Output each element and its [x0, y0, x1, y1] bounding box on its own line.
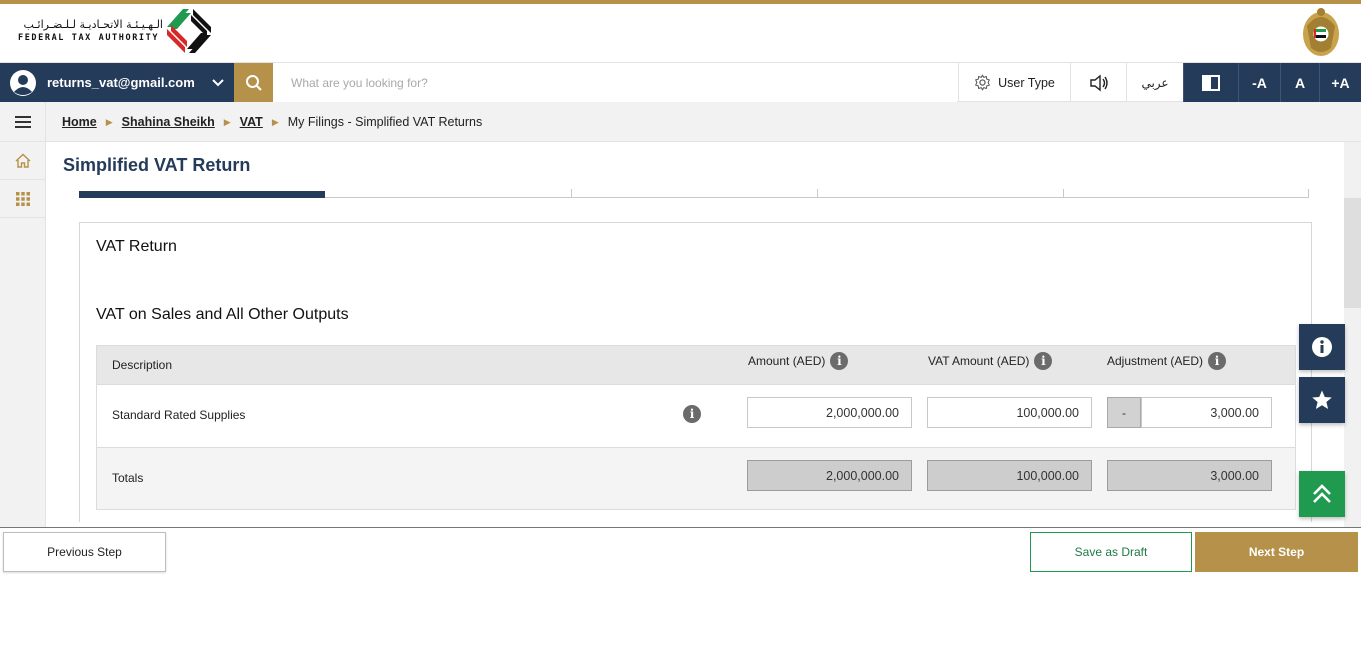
stepper-active-segment [79, 191, 325, 198]
stepper-divider [1308, 189, 1309, 198]
table-row: Standard Rated Supplies i - [97, 384, 1295, 447]
fta-logo-text[interactable]: الـهـيـئـة الاتحـاديـة لـلـضـرائـب FEDER… [18, 18, 163, 44]
double-chevron-up-icon [1313, 484, 1331, 503]
breadcrumb-separator-icon: ▶ [271, 116, 279, 127]
breadcrumb-separator-icon: ▶ [105, 116, 113, 127]
font-increase-button[interactable]: +A [1319, 63, 1361, 102]
home-icon [15, 153, 31, 168]
font-decrease-button[interactable]: -A [1238, 63, 1280, 102]
column-header-amount: Amount (AED) i [748, 342, 849, 380]
user-avatar-icon [10, 69, 36, 96]
language-toggle[interactable]: عربي [1126, 63, 1183, 102]
user-type-label: User Type [998, 75, 1055, 90]
logo-name-english: FEDERAL TAX AUTHORITY [18, 33, 160, 43]
amount-input[interactable] [747, 397, 912, 428]
info-icon [1312, 337, 1332, 357]
breadcrumb-vat-link[interactable]: VAT [240, 115, 263, 129]
hamburger-icon [14, 116, 31, 128]
sidebar-item-home[interactable] [0, 142, 46, 180]
info-icon[interactable]: i [1034, 352, 1053, 370]
column-header-description: Description [112, 346, 172, 384]
column-header-vat-amount: VAT Amount (AED) i [928, 342, 1053, 380]
save-as-draft-button[interactable]: Save as Draft [1030, 532, 1192, 572]
scrollbar-thumb[interactable] [1344, 198, 1361, 308]
chevron-down-icon [212, 78, 224, 86]
section-title: VAT on Sales and All Other Outputs [96, 306, 349, 323]
row-description: Standard Rated Supplies [112, 408, 246, 422]
top-navbar: returns_vat@gmail.com User Type عربي -A [0, 62, 1361, 102]
breadcrumb-separator-icon: ▶ [223, 116, 231, 127]
column-header-adjustment-label: Adjustment (AED) [1107, 354, 1204, 368]
column-header-amount-label: Amount (AED) [748, 354, 826, 368]
breadcrumb-bar: Home ▶ Shahina Sheikh ▶ VAT ▶ My Filings… [0, 102, 1361, 142]
speaker-icon [1089, 74, 1108, 91]
fta-logo-mark-icon[interactable] [164, 6, 214, 56]
totals-row: Totals [97, 447, 1295, 509]
sidebar-item-apps[interactable] [0, 180, 46, 218]
page-title: Simplified VAT Return [63, 155, 251, 175]
total-vat-amount-field [927, 460, 1092, 491]
uae-emblem-icon [1303, 8, 1339, 56]
gear-icon [975, 74, 991, 91]
total-amount-field [747, 460, 912, 491]
user-type-button[interactable]: User Type [958, 63, 1070, 102]
search-button[interactable] [234, 63, 273, 102]
column-header-vat-amount-label: VAT Amount (AED) [928, 354, 1030, 368]
vat-outputs-table: Description Amount (AED) i VAT Amount (A… [96, 345, 1296, 510]
totals-label: Totals [112, 471, 144, 485]
logo-name-arabic: الـهـيـئـة الاتحـاديـة لـلـضـرائـب [23, 18, 163, 31]
column-header-description-label: Description [112, 358, 173, 372]
scroll-to-top-button[interactable] [1299, 471, 1345, 517]
contrast-icon [1202, 74, 1220, 91]
favorites-button[interactable] [1299, 377, 1345, 423]
info-panel-button[interactable] [1299, 324, 1345, 370]
adjustment-sign-button[interactable]: - [1107, 397, 1141, 428]
stepper-divider [1063, 189, 1064, 198]
breadcrumb-current-page: My Filings - Simplified VAT Returns [287, 115, 483, 129]
user-email: returns_vat@gmail.com [47, 75, 195, 90]
site-header: الـهـيـئـة الاتحـاديـة لـلـضـرائـب FEDER… [0, 4, 1361, 62]
menu-toggle-button[interactable] [0, 102, 46, 142]
font-reset-button[interactable]: A [1280, 63, 1319, 102]
user-account-dropdown[interactable]: returns_vat@gmail.com [0, 63, 234, 102]
info-icon[interactable]: i [830, 352, 849, 370]
stepper-divider [817, 189, 818, 198]
star-icon [1312, 390, 1332, 409]
card-title: VAT Return [96, 238, 177, 255]
breadcrumb: Home ▶ Shahina Sheikh ▶ VAT ▶ My Filings… [62, 102, 482, 142]
vat-amount-input[interactable] [927, 397, 1092, 428]
previous-step-button[interactable]: Previous Step [3, 532, 166, 572]
total-adjustment-field [1107, 460, 1272, 491]
next-step-button[interactable]: Next Step [1195, 532, 1358, 572]
column-header-adjustment: Adjustment (AED) i [1107, 342, 1227, 380]
breadcrumb-home-link[interactable]: Home [62, 115, 97, 129]
search-input[interactable] [273, 63, 957, 102]
search-icon [245, 74, 262, 91]
left-sidebar [0, 142, 46, 527]
table-header: Description Amount (AED) i VAT Amount (A… [97, 346, 1295, 384]
text-to-speech-button[interactable] [1070, 63, 1126, 102]
apps-grid-icon [16, 191, 30, 206]
info-icon[interactable]: i [683, 405, 701, 423]
breadcrumb-profile-link[interactable]: Shahina Sheikh [122, 115, 215, 129]
adjustment-input[interactable] [1141, 397, 1272, 428]
stepper-divider [571, 189, 572, 198]
info-icon[interactable]: i [1208, 352, 1227, 370]
contrast-toggle-button[interactable] [1183, 63, 1238, 102]
progress-stepper [79, 189, 1309, 198]
